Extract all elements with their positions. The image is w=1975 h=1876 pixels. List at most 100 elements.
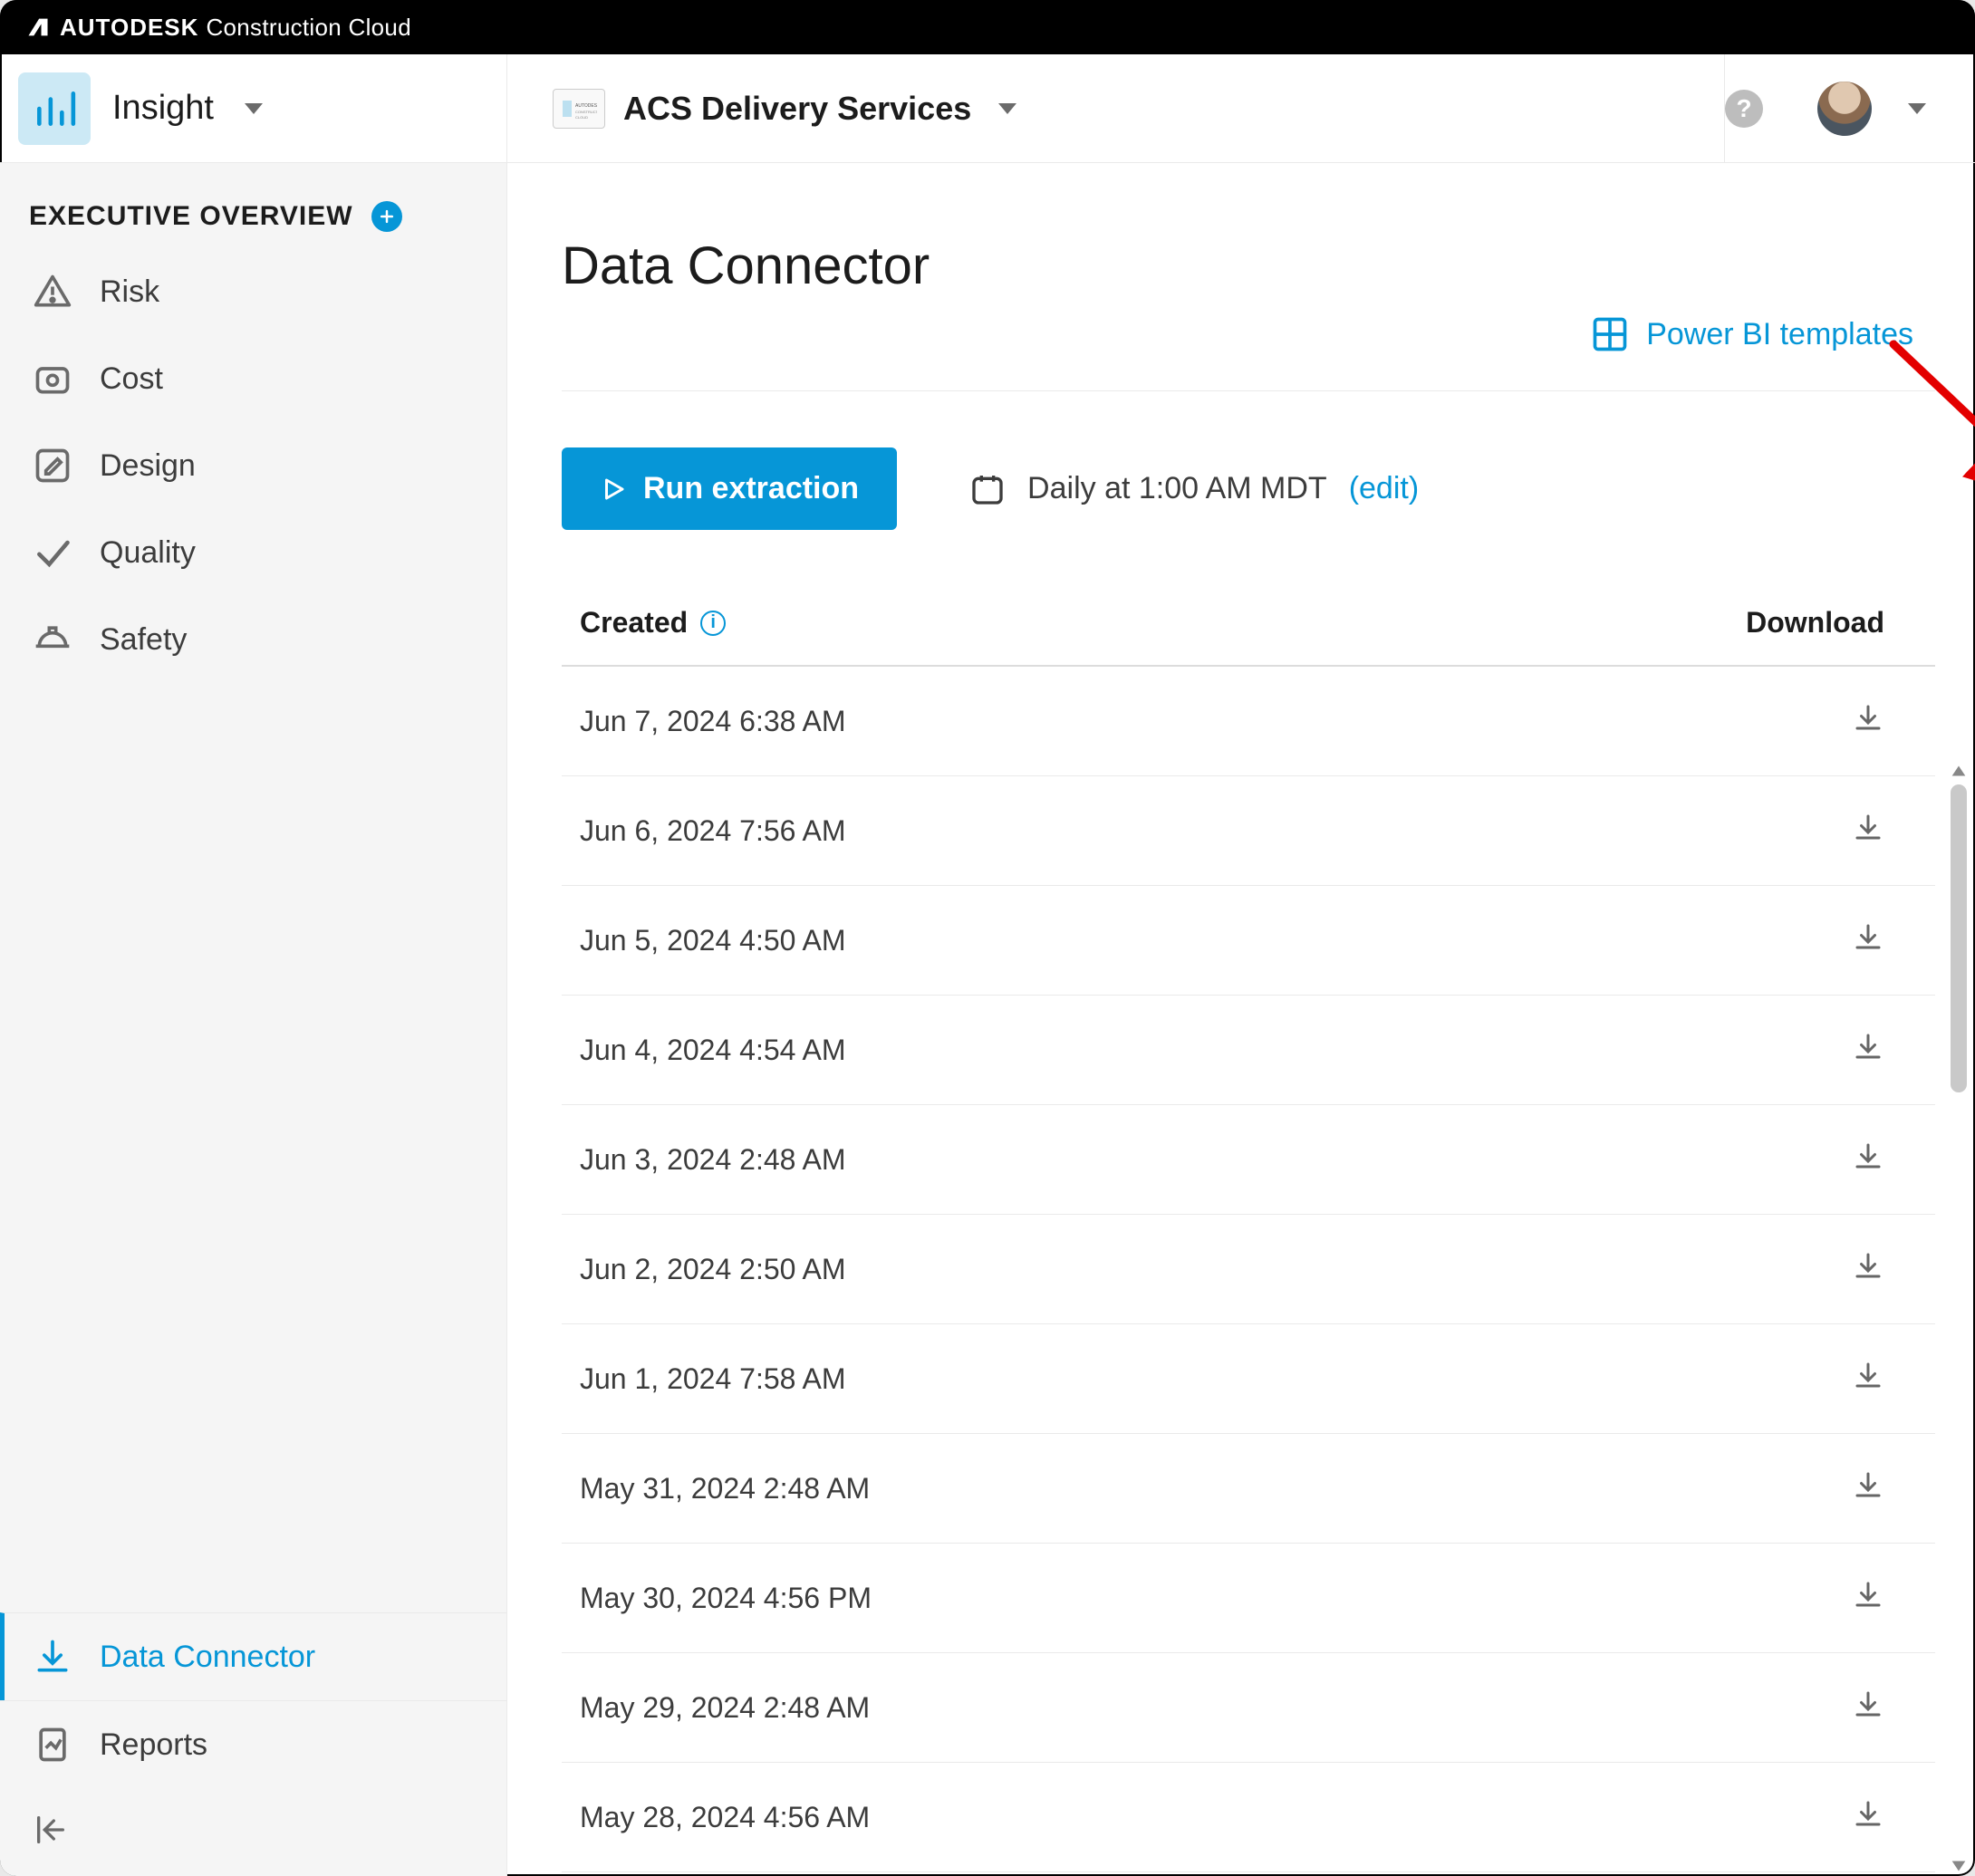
help-icon[interactable]: ? [1725,90,1763,128]
download-button[interactable] [1852,1249,1884,1289]
project-switcher[interactable]: AUTODESKCONSTRUCTIONCLOUD ACS Delivery S… [507,54,1724,162]
check-icon [33,533,72,572]
download-button[interactable] [1852,920,1884,960]
insight-module-icon [18,72,91,145]
row-created: Jun 4, 2024 4:54 AM [580,1034,846,1067]
download-button[interactable] [1852,1468,1884,1508]
scroll-up-icon[interactable] [1949,761,1969,781]
chevron-down-icon [1908,103,1926,114]
download-icon [1852,1797,1884,1830]
collapse-icon [33,1812,69,1848]
svg-text:AUTODESK: AUTODESK [575,103,597,109]
row-created: May 28, 2024 4:56 AM [580,1801,870,1834]
project-name: ACS Delivery Services [623,90,971,128]
app-window: AUTODESK Construction Cloud Insight AUTO… [0,0,1975,1876]
download-icon [1852,811,1884,843]
download-icon [1852,1468,1884,1501]
avatar[interactable] [1817,82,1872,136]
sidebar-item-risk[interactable]: Risk [0,248,506,335]
sidebar-item-label: Risk [100,274,159,310]
download-button[interactable] [1852,1797,1884,1837]
sidebar-section-title: EXECUTIVE OVERVIEW [0,185,506,248]
sidebar-item-label: Reports [100,1727,207,1763]
sidebar-item-reports[interactable]: Reports [0,1700,506,1788]
download-icon [1852,1249,1884,1282]
autodesk-logo-icon [25,14,51,40]
row-created: May 30, 2024 4:56 PM [580,1582,872,1615]
calendar-icon [969,471,1006,507]
table-row: Jun 7, 2024 6:38 AM [562,667,1935,776]
warning-triangle-icon [33,272,72,312]
download-icon [33,1637,72,1677]
schedule-display: Daily at 1:00 AM MDT (edit) [969,471,1419,507]
price-tag-icon [33,359,72,399]
row-created: May 29, 2024 2:48 AM [580,1691,870,1725]
download-button[interactable] [1852,1140,1884,1179]
sidebar-item-design[interactable]: Design [0,422,506,509]
module-caret[interactable] [236,94,272,123]
table-row: Jun 6, 2024 7:56 AM [562,776,1935,886]
download-button[interactable] [1852,1688,1884,1727]
module-label: Insight [112,89,214,128]
avatar-caret[interactable] [1899,94,1935,123]
chevron-down-icon [245,103,263,114]
header: Insight AUTODESKCONSTRUCTIONCLOUD ACS De… [0,54,1975,163]
sidebar-item-label: Data Connector [100,1640,315,1675]
sidebar-item-data-connector[interactable]: Data Connector [0,1612,506,1700]
table-row: May 28, 2024 4:56 AM [562,1763,1935,1872]
sidebar-item-quality[interactable]: Quality [0,509,506,596]
scroll-down-icon[interactable] [1949,1856,1969,1876]
plus-icon [378,207,396,226]
row-created: Jun 5, 2024 4:50 AM [580,924,846,957]
download-button[interactable] [1852,701,1884,741]
brand-light: Construction Cloud [206,14,411,42]
svg-text:CONSTRUCTION: CONSTRUCTION [575,110,597,114]
sidebar-item-label: Design [100,448,196,484]
download-icon [1852,1140,1884,1172]
row-created: Jun 6, 2024 7:56 AM [580,814,846,848]
add-dashboard-button[interactable] [371,201,402,232]
chevron-down-icon [998,103,1016,114]
sidebar-item-label: Cost [100,361,163,397]
table-body: Jun 7, 2024 6:38 AM Jun 6, 2024 7:56 AM Ju… [562,667,1935,1872]
run-extraction-button[interactable]: Run extraction [562,447,897,530]
download-icon [1852,1578,1884,1611]
table-row: May 29, 2024 2:48 AM [562,1653,1935,1763]
row-created: Jun 3, 2024 2:48 AM [580,1143,846,1177]
scrollbar[interactable] [1948,761,1970,1876]
table-row: Jun 3, 2024 2:48 AM [562,1105,1935,1215]
page-title: Data Connector [562,236,1935,296]
collapse-sidebar-button[interactable] [0,1788,506,1876]
download-icon [1852,920,1884,953]
table-header: Created i Download [562,586,1935,667]
scroll-thumb[interactable] [1951,784,1967,1092]
brand-bar: AUTODESK Construction Cloud [0,0,1975,54]
schedule-edit-link[interactable]: (edit) [1349,471,1419,506]
table-row: Jun 4, 2024 4:54 AM [562,996,1935,1105]
download-button[interactable] [1852,1578,1884,1618]
project-caret[interactable] [989,94,1026,123]
table-row: Jun 1, 2024 7:58 AM [562,1324,1935,1434]
main-content: Data Connector Power BI templates Run ex… [507,163,1975,1876]
sidebar-item-cost[interactable]: Cost [0,335,506,422]
powerbi-grid-icon [1590,314,1630,354]
row-created: Jun 2, 2024 2:50 AM [580,1253,846,1286]
download-icon [1852,1359,1884,1391]
download-button[interactable] [1852,1030,1884,1070]
body: EXECUTIVE OVERVIEW Risk Cost Design Quality… [0,163,1975,1876]
sidebar-item-label: Quality [100,535,196,571]
run-btn-label: Run extraction [643,471,859,506]
download-button[interactable] [1852,811,1884,851]
row-created: Jun 1, 2024 7:58 AM [580,1362,846,1396]
sidebar-item-label: Safety [100,622,187,658]
powerbi-templates-link[interactable]: Power BI templates [1646,317,1913,352]
table-row: May 31, 2024 2:48 AM [562,1434,1935,1544]
action-row: Run extraction Daily at 1:00 AM MDT (edi… [562,391,1935,586]
download-icon [1852,1030,1884,1063]
info-icon[interactable]: i [700,611,726,636]
table-row: Jun 2, 2024 2:50 AM [562,1215,1935,1324]
module-switcher[interactable]: Insight [18,54,507,162]
sidebar-item-safety[interactable]: Safety [0,596,506,683]
col-created[interactable]: Created i [580,606,726,640]
download-button[interactable] [1852,1359,1884,1399]
